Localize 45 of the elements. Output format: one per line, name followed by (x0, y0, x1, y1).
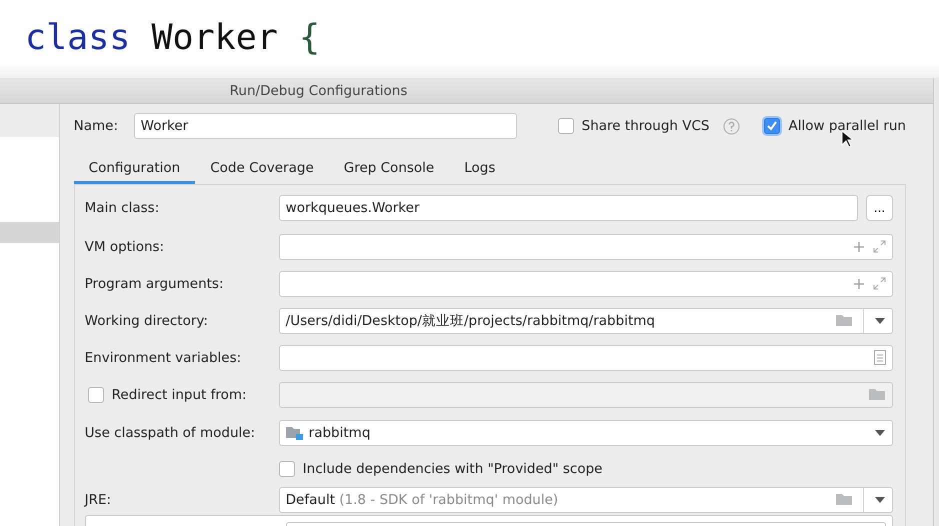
checkbox[interactable] (278, 460, 295, 476)
field-label: JRE: (84, 492, 112, 508)
field-label: Environment variables: (84, 350, 242, 366)
checkbox-label: Allow parallel run (788, 118, 906, 134)
field-label: Program arguments: (84, 276, 224, 292)
input-field[interactable] (278, 234, 893, 260)
checkbox-label: Share through VCS (582, 118, 710, 134)
dropdown-arrow-icon[interactable] (874, 316, 886, 324)
tab[interactable]: Configuration (74, 154, 196, 184)
module-dropdown[interactable]: rabbitmq (278, 420, 893, 446)
checkbox[interactable] (558, 118, 574, 134)
dropdown-arrow-icon[interactable] (874, 429, 886, 437)
tab[interactable]: Code Coverage (195, 154, 329, 184)
jre-field[interactable]: Default (1.8 - SDK of 'rabbitmq' module) (278, 486, 893, 512)
field-label: Use classpath of module: (84, 425, 256, 441)
checkbox-label: Include dependencies with "Provided" scope (302, 460, 602, 476)
help-icon[interactable] (723, 118, 740, 134)
browse-button[interactable]: ... (866, 195, 893, 221)
field-label: Redirect input from: (112, 386, 247, 402)
field-label: Main class: (84, 200, 160, 216)
field-label: VM options: (84, 238, 164, 254)
document-icon[interactable] (874, 350, 886, 365)
name-label: Name: (74, 118, 120, 134)
module-folder-icon (286, 426, 303, 440)
input-field[interactable] (278, 270, 893, 296)
tab[interactable]: Grep Console (328, 154, 450, 184)
input-field[interactable] (278, 344, 893, 370)
expand-icon[interactable] (873, 277, 886, 290)
checkbox[interactable] (764, 118, 780, 134)
folder-icon[interactable] (868, 388, 886, 401)
folder-icon[interactable] (835, 493, 853, 506)
window-title: Run/Debug Configurations (230, 82, 408, 98)
tab[interactable]: Logs (449, 154, 510, 184)
input-field[interactable]: workqueues.Worker (278, 195, 858, 221)
dropdown-arrow-icon[interactable] (874, 496, 886, 504)
field-label: Working directory: (84, 312, 208, 328)
plus-icon[interactable] (853, 278, 865, 290)
code-line: class Worker { (25, 17, 320, 60)
plus-icon[interactable] (853, 240, 865, 252)
expand-icon[interactable] (873, 240, 886, 253)
input-field[interactable] (278, 382, 893, 408)
name-field[interactable]: Worker (134, 113, 517, 139)
path-field[interactable]: /Users/didi/Desktop/就业班/projects/rabbitmq/rabbitmq (278, 308, 893, 334)
checkbox[interactable] (88, 386, 104, 402)
folder-icon[interactable] (835, 314, 853, 327)
